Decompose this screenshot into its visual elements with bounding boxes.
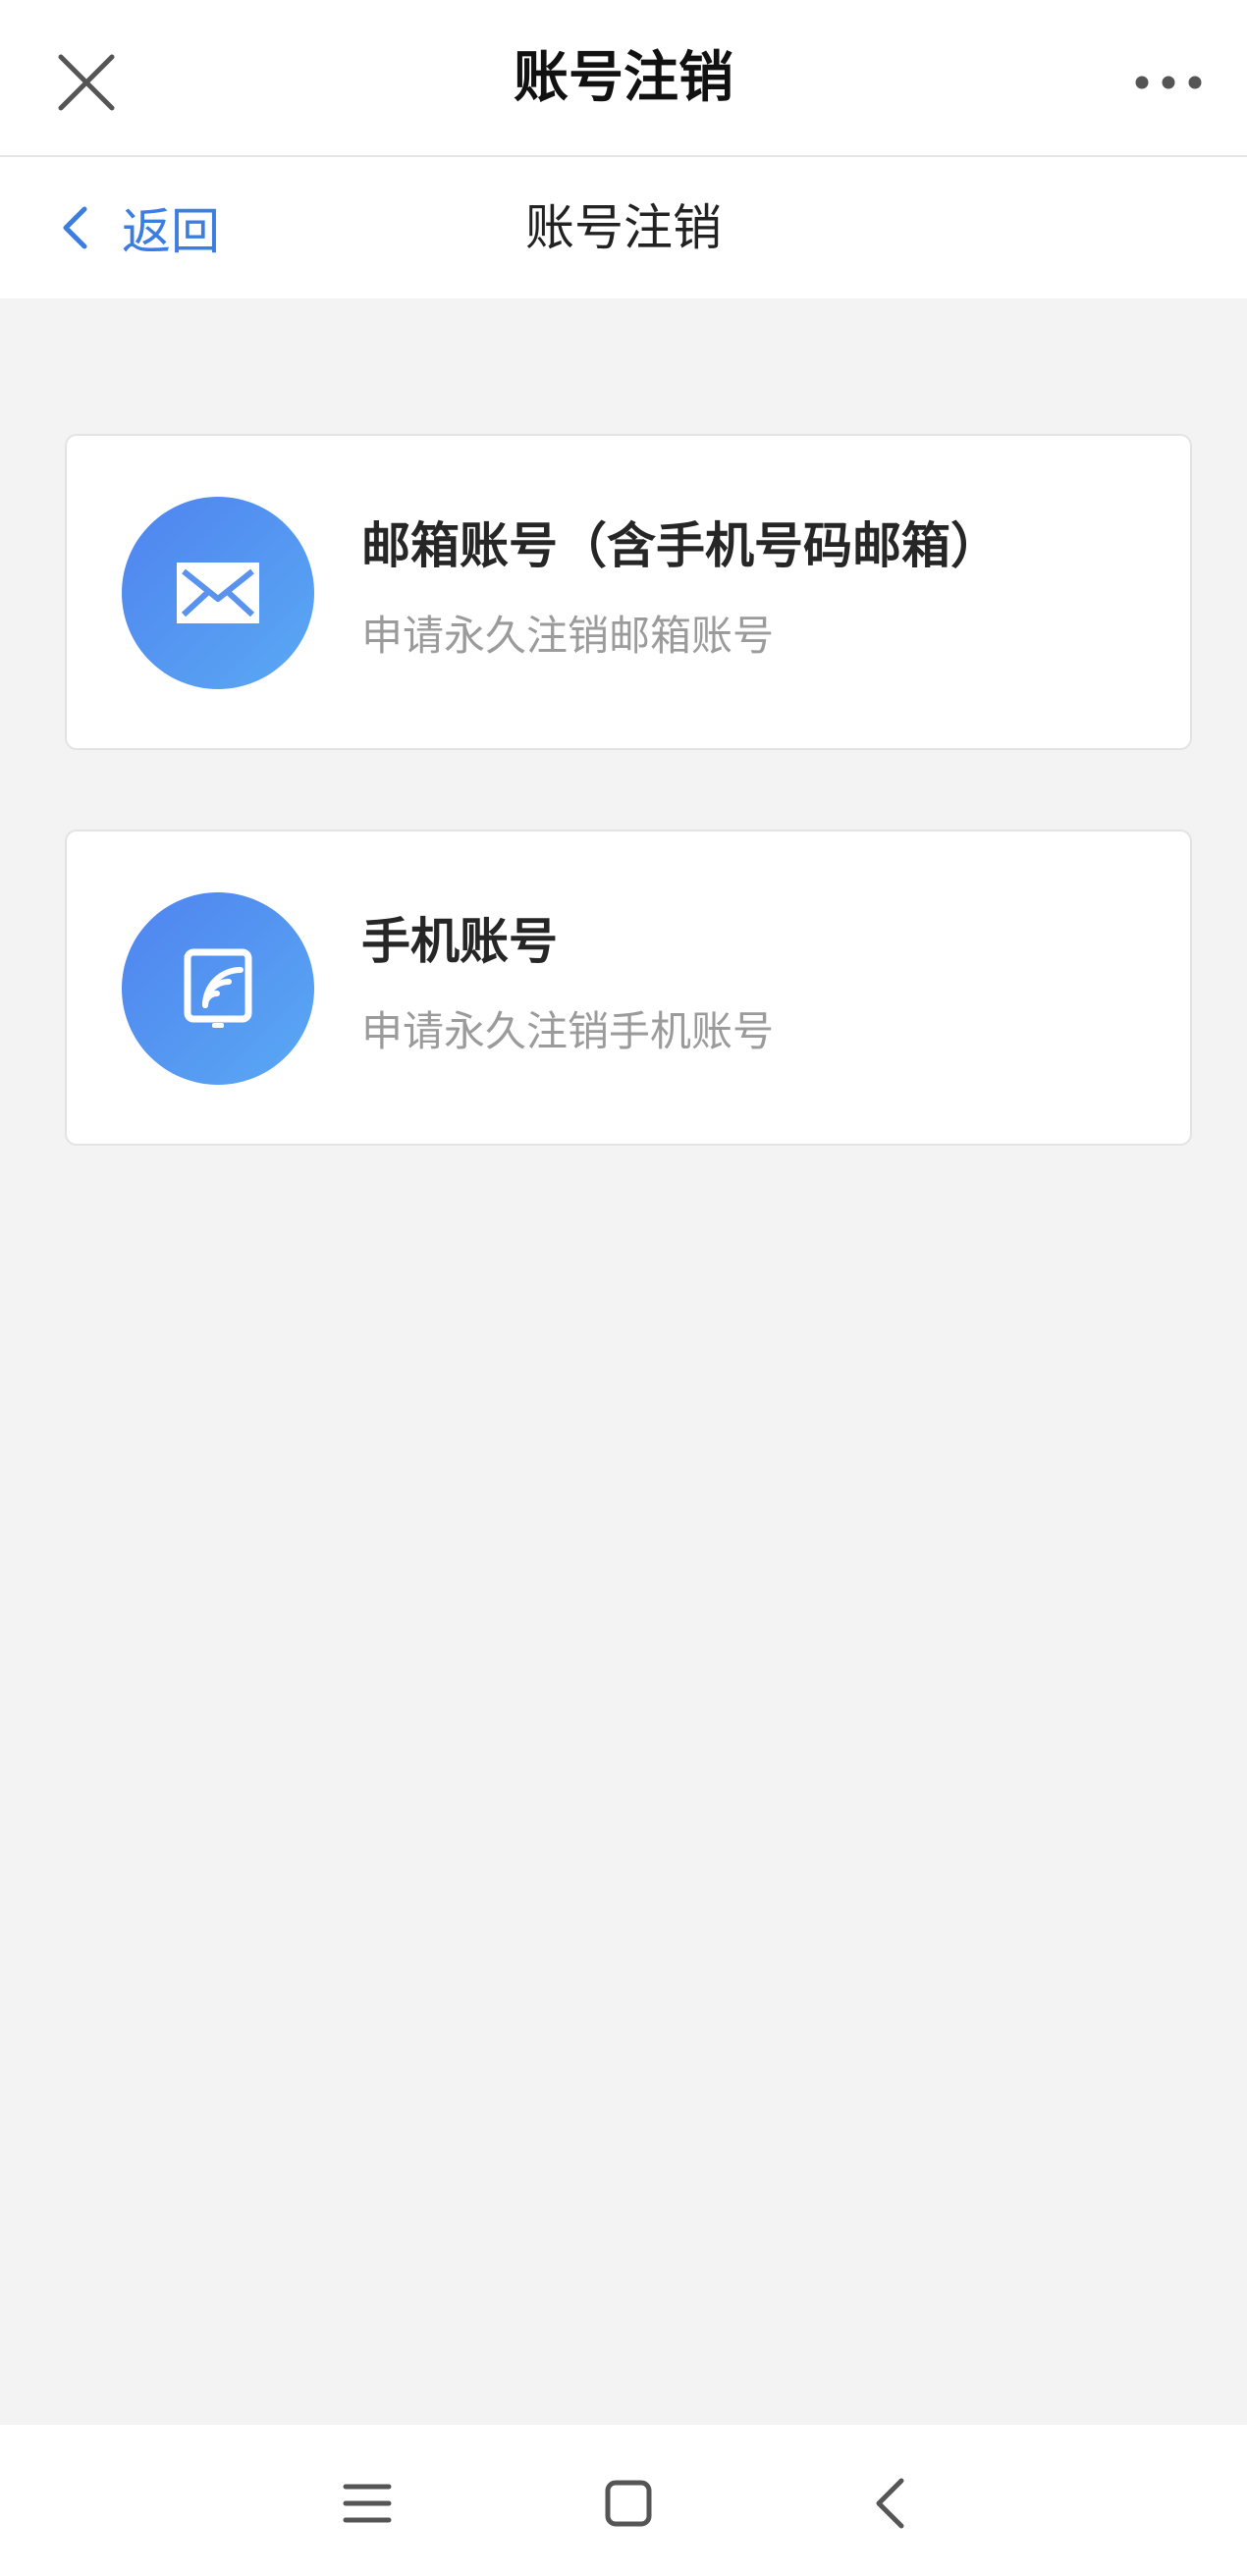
phone-account-option[interactable]: 手机账号 申请永久注销手机账号 [65, 830, 1192, 1146]
close-icon [58, 54, 115, 111]
close-button[interactable] [43, 39, 130, 126]
back-label: 返回 [122, 203, 220, 260]
more-dots-icon [1135, 76, 1202, 89]
phone-account-icon [122, 892, 314, 1085]
option-description: 申请永久注销手机账号 [361, 1007, 775, 1055]
back-link[interactable]: 返回 [55, 188, 220, 267]
menu-icon [343, 2484, 392, 2523]
option-description: 申请永久注销邮箱账号 [361, 612, 775, 660]
account-cancellation-screen: 账号注销 返回 账号注销 邮箱账号（含手机号码邮箱） 申请永久注销邮箱账号 手机… [0, 0, 1247, 2576]
back-icon [876, 2478, 904, 2529]
home-icon [605, 2480, 652, 2527]
more-options-button[interactable] [1119, 43, 1218, 122]
system-navigation-bar [0, 2425, 1247, 2576]
system-menu-button[interactable] [328, 2464, 407, 2543]
sub-navigation: 返回 账号注销 [0, 157, 1247, 298]
page-title: 账号注销 [514, 46, 733, 110]
chevron-left-icon [55, 204, 94, 251]
top-bar: 账号注销 [0, 0, 1247, 157]
system-back-button[interactable] [850, 2464, 929, 2543]
system-home-button[interactable] [589, 2464, 668, 2543]
email-account-option[interactable]: 邮箱账号（含手机号码邮箱） 申请永久注销邮箱账号 [65, 434, 1192, 750]
option-title: 邮箱账号（含手机号码邮箱） [361, 517, 1000, 574]
envelope-icon [122, 497, 314, 689]
option-title: 手机账号 [361, 913, 558, 970]
